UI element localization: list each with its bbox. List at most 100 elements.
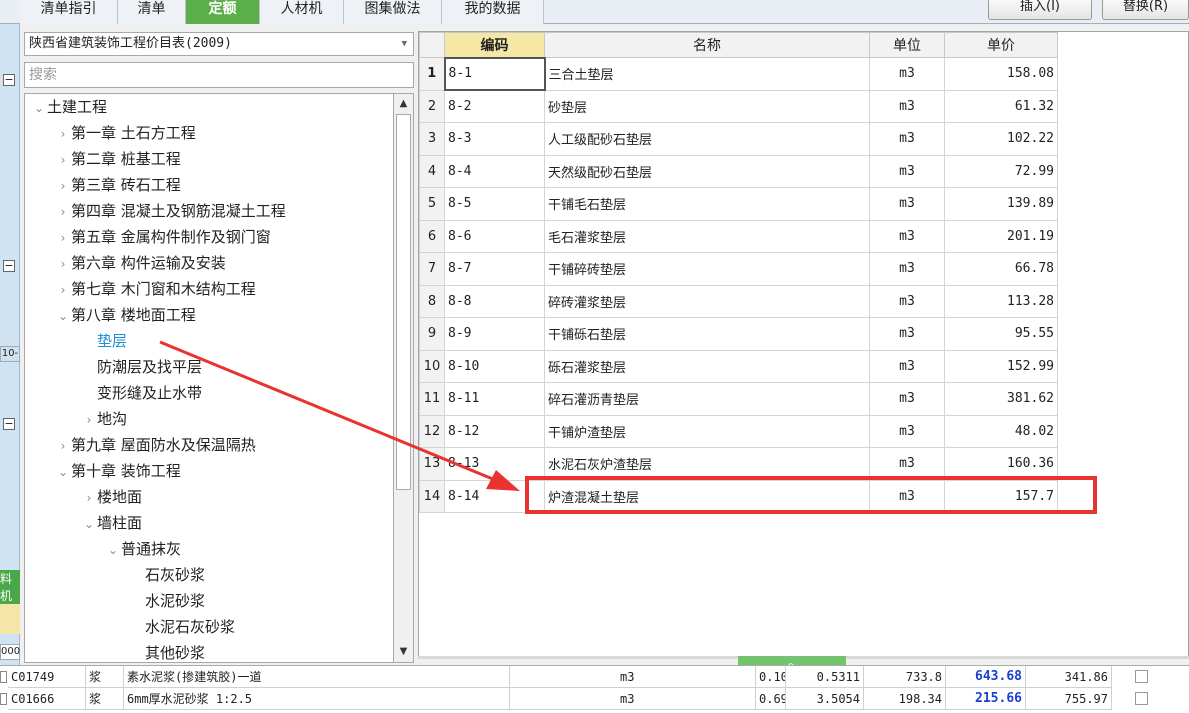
search-input[interactable]: 搜索	[24, 62, 414, 88]
quota-price[interactable]: 95.55	[944, 317, 1058, 351]
quota-name[interactable]: 碎砖灌浆垫层	[544, 284, 870, 318]
tab-atlas-method[interactable]: 图集做法	[344, 0, 442, 24]
quota-price[interactable]: 201.19	[944, 219, 1058, 253]
header-unit[interactable]: 单位	[869, 32, 945, 58]
quota-unit[interactable]: m3	[869, 252, 945, 286]
quota-price[interactable]: 113.28	[944, 284, 1058, 318]
quota-code[interactable]: 8-6	[444, 219, 545, 253]
quota-unit[interactable]: m3	[869, 187, 945, 221]
tree-node[interactable]: 防潮层及找平层	[81, 354, 202, 380]
tree-node[interactable]: 水泥砂浆	[129, 588, 205, 614]
tree-node[interactable]: › 第一章 土石方工程	[55, 120, 196, 146]
expand-icon[interactable]	[0, 671, 7, 683]
quota-name[interactable]: 砂垫层	[544, 89, 870, 123]
table-row[interactable]: 7 8-7 干铺碎砖垫层 m3 66.78	[419, 252, 1058, 286]
chevron-right-icon[interactable]: ›	[55, 199, 71, 225]
quota-name[interactable]: 天然级配砂石垫层	[544, 154, 870, 188]
header-price[interactable]: 单价	[944, 32, 1058, 58]
quota-code[interactable]: 8-10	[444, 349, 545, 383]
table-row[interactable]: 6 8-6 毛石灌浆垫层 m3 201.19	[419, 219, 1058, 253]
insert-button[interactable]: 插入(I)	[988, 0, 1092, 20]
chevron-down-icon[interactable]: ⌄	[81, 511, 97, 537]
quota-price[interactable]: 139.89	[944, 187, 1058, 221]
tree-node[interactable]: › 第五章 金属构件制作及钢门窗	[55, 224, 271, 250]
quota-price[interactable]: 61.32	[944, 89, 1058, 123]
quota-name[interactable]: 干铺碎砖垫层	[544, 252, 870, 286]
collapse-icon[interactable]: −	[3, 418, 15, 430]
chevron-down-icon[interactable]: ⌄	[31, 95, 47, 121]
scroll-up-icon[interactable]: ▲	[396, 96, 411, 112]
chevron-right-icon[interactable]: ›	[81, 407, 97, 433]
material-checkbox[interactable]	[1135, 692, 1148, 705]
quota-name[interactable]: 人工级配砂石垫层	[544, 122, 870, 156]
quota-price[interactable]: 102.22	[944, 122, 1058, 156]
table-row[interactable]: 3 8-3 人工级配砂石垫层 m3 102.22	[419, 122, 1058, 156]
tab-list-guide[interactable]: 清单指引	[20, 0, 118, 24]
tree-node[interactable]: 水泥石灰砂浆	[129, 614, 235, 640]
scroll-down-icon[interactable]: ▼	[396, 644, 411, 660]
material-tab[interactable]: 料机	[0, 570, 20, 604]
tree-node[interactable]: › 楼地面	[81, 484, 142, 510]
tree-node[interactable]: › 第六章 构件运输及安装	[55, 250, 226, 276]
chevron-right-icon[interactable]: ›	[55, 433, 71, 459]
table-row[interactable]: 10 8-10 砾石灌浆垫层 m3 152.99	[419, 349, 1058, 383]
quota-name[interactable]: 毛石灌浆垫层	[544, 219, 870, 253]
collapse-icon[interactable]: −	[3, 260, 15, 272]
tree-scrollbar[interactable]: ▲ ▼	[393, 93, 414, 663]
table-row[interactable]: 1 8-1 三合土垫层 m3 158.08	[419, 56, 1058, 91]
table-row[interactable]: 11 8-11 碎石灌沥青垫层 m3 381.62	[419, 382, 1058, 416]
table-row[interactable]: 12 8-12 干铺炉渣垫层 m3 48.02	[419, 414, 1058, 448]
collapse-icon[interactable]: −	[3, 74, 15, 86]
quota-unit[interactable]: m3	[869, 284, 945, 318]
tab-list[interactable]: 清单	[118, 0, 186, 24]
header-name[interactable]: 名称	[544, 32, 870, 58]
quota-unit[interactable]: m3	[869, 57, 945, 91]
quota-code[interactable]: 8-11	[444, 382, 545, 416]
quota-name[interactable]: 三合土垫层	[544, 57, 870, 91]
table-row[interactable]: 2 8-2 砂垫层 m3 61.32	[419, 89, 1058, 123]
quota-price[interactable]: 381.62	[944, 382, 1058, 416]
quota-code[interactable]: 8-1	[443, 56, 546, 91]
header-code[interactable]: 编码	[444, 32, 545, 58]
tree-node[interactable]: › 地沟	[81, 406, 127, 432]
quota-name[interactable]: 砾石灌浆垫层	[544, 349, 870, 383]
quota-unit[interactable]: m3	[869, 219, 945, 253]
quota-price[interactable]: 152.99	[944, 349, 1058, 383]
chevron-down-icon[interactable]: ⌄	[105, 537, 121, 563]
quota-name[interactable]: 干铺砾石垫层	[544, 317, 870, 351]
quota-code[interactable]: 8-12	[444, 414, 545, 448]
quota-code[interactable]: 8-5	[444, 187, 545, 221]
quota-code[interactable]: 8-2	[444, 89, 545, 123]
tab-my-data[interactable]: 我的数据	[442, 0, 544, 24]
tree-node[interactable]: 其他砂浆	[129, 640, 205, 662]
chevron-right-icon[interactable]: ›	[55, 225, 71, 251]
tree-node[interactable]: 石灰砂浆	[129, 562, 205, 588]
quota-price[interactable]: 66.78	[944, 252, 1058, 286]
quota-code[interactable]: 8-4	[444, 154, 545, 188]
tree-node[interactable]: › 第三章 砖石工程	[55, 172, 181, 198]
chevron-right-icon[interactable]: ›	[81, 485, 97, 511]
tab-quota[interactable]: 定额	[186, 0, 260, 24]
quota-price[interactable]: 72.99	[944, 154, 1058, 188]
quota-code[interactable]: 8-3	[444, 122, 545, 156]
tree-node[interactable]: › 第九章 屋面防水及保温隔热	[55, 432, 256, 458]
chevron-right-icon[interactable]: ›	[55, 277, 71, 303]
quota-unit[interactable]: m3	[869, 154, 945, 188]
quota-price[interactable]: 48.02	[944, 414, 1058, 448]
tree-node[interactable]: › 第四章 混凝土及钢筋混凝土工程	[55, 198, 286, 224]
scroll-thumb[interactable]	[396, 114, 411, 490]
tree-node[interactable]: ⌄ 第十章 装饰工程	[55, 458, 181, 484]
expand-icon[interactable]	[0, 693, 7, 705]
tree-node[interactable]: 垫层	[81, 328, 127, 354]
replace-button[interactable]: 替换(R)	[1102, 0, 1189, 20]
chevron-right-icon[interactable]: ›	[55, 147, 71, 173]
quota-name[interactable]: 干铺毛石垫层	[544, 187, 870, 221]
quota-code[interactable]: 8-8	[444, 284, 545, 318]
quota-unit[interactable]: m3	[869, 122, 945, 156]
quota-name[interactable]: 碎石灌沥青垫层	[544, 382, 870, 416]
chevron-right-icon[interactable]: ›	[55, 121, 71, 147]
material-row[interactable]: C01666浆6mm厚水泥砂浆 1:2.5m30.6933.5054198.34…	[0, 688, 1189, 710]
library-select[interactable]: 陕西省建筑装饰工程价目表(2009) ▼	[24, 32, 414, 56]
tree-node[interactable]: ⌄ 普通抹灰	[105, 536, 181, 562]
quota-unit[interactable]: m3	[869, 317, 945, 351]
